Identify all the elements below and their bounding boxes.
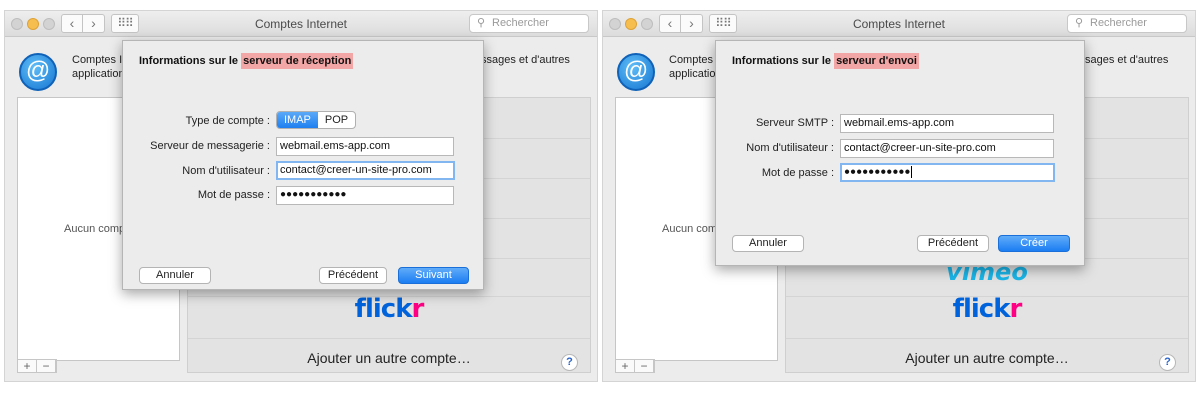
cancel-button[interactable]: Annuler (732, 235, 804, 252)
grid-icon: ⠿⠿ (715, 16, 732, 30)
password-label: Mot de passe : (197, 189, 270, 201)
forward-button[interactable]: › (681, 14, 703, 33)
sheet-title-highlight: serveur d'envoi (834, 53, 919, 69)
description-line-1: Comptes (669, 54, 714, 66)
username-field[interactable]: contact@creer-un-site-pro.com (276, 161, 455, 180)
search-icon: ⚲ (1075, 17, 1084, 29)
divider (786, 338, 1188, 339)
remove-account-button[interactable]: − (37, 360, 56, 372)
zoom-window-button[interactable] (43, 18, 55, 30)
close-window-button[interactable] (609, 18, 621, 30)
segment-pop[interactable]: POP (318, 112, 355, 128)
chevron-right-icon: › (689, 15, 694, 31)
password-field[interactable]: ●●●●●●●●●●● (276, 186, 454, 205)
account-list-tools: + − (615, 359, 655, 373)
search-icon: ⚲ (477, 17, 486, 29)
sheet-title-highlight: serveur de réception (241, 53, 354, 69)
title-bar: ‹ › ⠿⠿ Comptes Internet ⚲ Rechercher (5, 11, 597, 37)
flickr-logo-part-1: flick (354, 294, 413, 324)
next-button[interactable]: Suivant (398, 267, 469, 284)
username-field[interactable]: contact@creer-un-site-pro.com (840, 139, 1054, 158)
no-account-label: Aucun comp (64, 223, 126, 235)
show-all-button[interactable]: ⠿⠿ (709, 14, 737, 33)
window-right: ‹ › ⠿⠿ Comptes Internet ⚲ Rechercher @ C… (602, 10, 1196, 382)
no-account-label: Aucun comp (662, 223, 724, 235)
zoom-window-button[interactable] (641, 18, 653, 30)
text-caret (911, 166, 913, 178)
back-button[interactable]: ‹ (61, 14, 83, 33)
divider (188, 338, 590, 339)
grid-icon: ⠿⠿ (117, 16, 134, 30)
description-line-2: applicatio (669, 68, 716, 80)
close-window-button[interactable] (11, 18, 23, 30)
create-button[interactable]: Créer (998, 235, 1070, 252)
segment-imap[interactable]: IMAP (277, 112, 318, 128)
show-all-button[interactable]: ⠿⠿ (111, 14, 139, 33)
incoming-server-sheet: Informations sur le serveur de réception… (122, 40, 484, 290)
sheet-title: Informations sur le serveur d'envoi (732, 53, 919, 69)
account-type-selector[interactable]: IMAP POP (276, 111, 357, 129)
mail-server-label: Serveur de messagerie : (150, 140, 270, 152)
flickr-logo-part-1: flick (952, 294, 1011, 324)
title-bar: ‹ › ⠿⠿ Comptes Internet ⚲ Rechercher (603, 11, 1195, 37)
password-value: ●●●●●●●●●●● (844, 166, 911, 178)
description-left: Comptes I application (72, 53, 125, 81)
outgoing-server-sheet: Informations sur le serveur d'envoi Serv… (715, 40, 1085, 266)
chevron-right-icon: › (91, 15, 96, 31)
search-placeholder: Rechercher (492, 17, 549, 29)
description-right: ssages et d'autres (481, 54, 570, 66)
minimize-window-button[interactable] (27, 18, 39, 30)
chevron-left-icon: ‹ (69, 15, 75, 31)
sheet-title: Informations sur le serveur de réception (139, 53, 354, 69)
flickr-logo[interactable]: flickr (188, 294, 590, 324)
search-placeholder: Rechercher (1090, 17, 1147, 29)
chevron-left-icon: ‹ (667, 15, 673, 31)
previous-button[interactable]: Précédent (917, 235, 989, 252)
cancel-button[interactable]: Annuler (139, 267, 211, 284)
minimize-window-button[interactable] (625, 18, 637, 30)
flickr-logo-part-2: r (1009, 294, 1023, 324)
internet-accounts-icon: @ (617, 53, 655, 91)
account-type-label: Type de compte : (185, 115, 270, 127)
search-input[interactable]: ⚲ Rechercher (1067, 14, 1187, 33)
description-right: sages et d'autres (1085, 54, 1169, 66)
flickr-logo[interactable]: flickr (786, 294, 1188, 324)
username-label: Nom d'utilisateur : (182, 165, 270, 177)
smtp-server-field[interactable]: webmail.ems-app.com (840, 114, 1054, 133)
search-input[interactable]: ⚲ Rechercher (469, 14, 589, 33)
internet-accounts-icon: @ (19, 53, 57, 91)
remove-account-button[interactable]: − (635, 360, 654, 372)
help-button[interactable]: ? (561, 354, 578, 371)
previous-button[interactable]: Précédent (319, 267, 387, 284)
help-button[interactable]: ? (1159, 354, 1176, 371)
description-line-1: Comptes I (72, 54, 123, 66)
description-line-2: application (72, 68, 125, 80)
add-other-account-item[interactable]: Ajouter un autre compte… (786, 350, 1188, 366)
sheet-title-prefix: Informations sur le (732, 55, 835, 67)
back-button[interactable]: ‹ (659, 14, 681, 33)
sheet-title-prefix: Informations sur le (139, 55, 242, 67)
account-list-tools: + − (17, 359, 57, 373)
password-label: Mot de passe : (761, 167, 834, 179)
password-field[interactable]: ●●●●●●●●●●● (840, 163, 1055, 182)
forward-button[interactable]: › (83, 14, 105, 33)
username-label: Nom d'utilisateur : (746, 142, 834, 154)
mail-server-field[interactable]: webmail.ems-app.com (276, 137, 454, 156)
add-account-button[interactable]: + (18, 360, 37, 372)
add-other-account-item[interactable]: Ajouter un autre compte… (188, 350, 590, 366)
flickr-logo-part-2: r (411, 294, 425, 324)
window-left: ‹ › ⠿⠿ Comptes Internet ⚲ Rechercher @ C… (4, 10, 598, 382)
description-left: Comptes applicatio (669, 53, 715, 81)
add-account-button[interactable]: + (616, 360, 635, 372)
smtp-server-label: Serveur SMTP : (755, 117, 834, 129)
